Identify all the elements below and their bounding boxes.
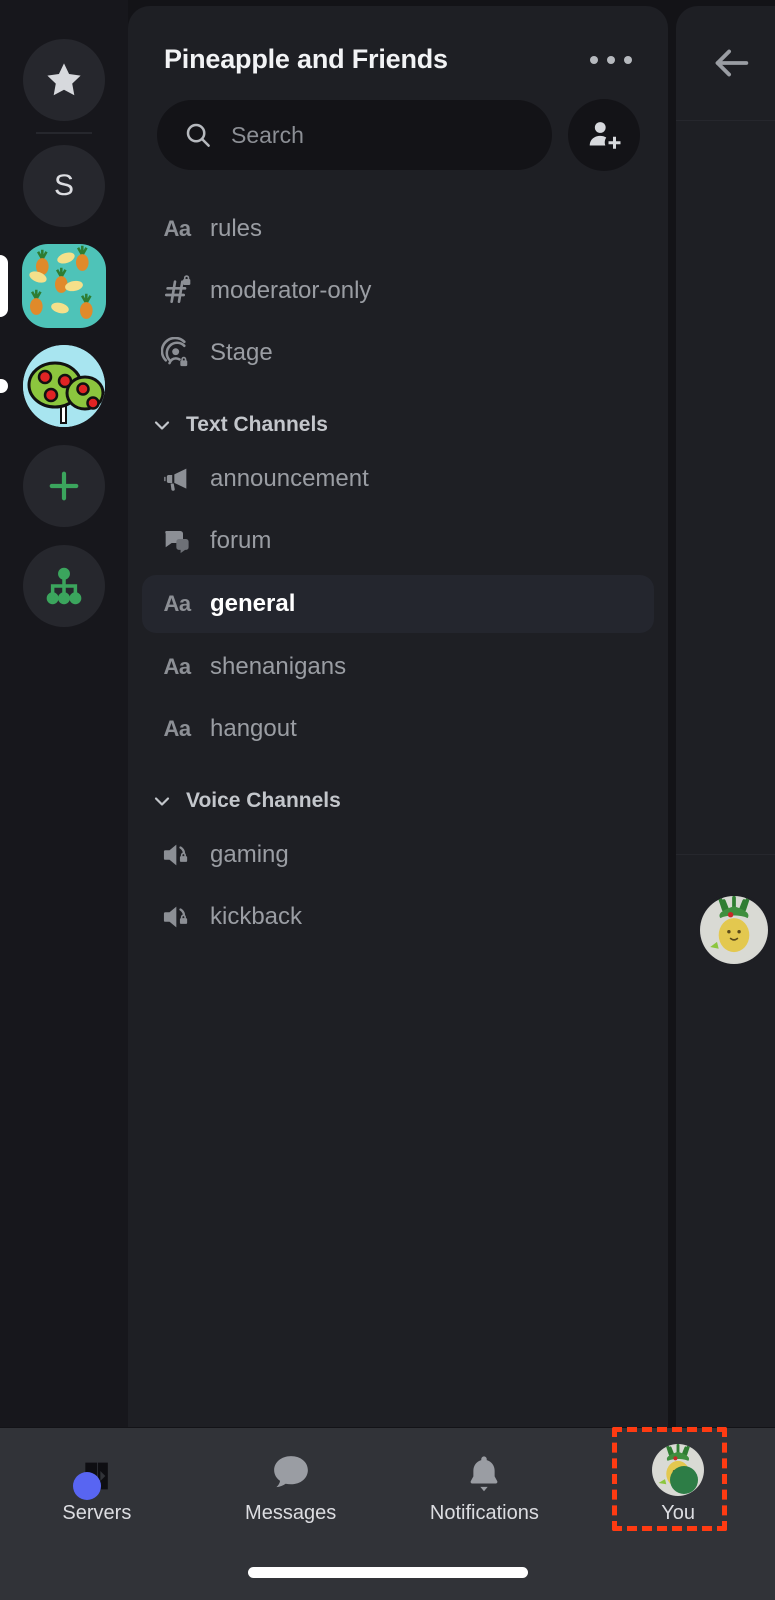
aa-icon: Aa xyxy=(160,591,194,617)
server-rail-item-apple-tree[interactable] xyxy=(0,336,128,436)
discord-mobile-screen: S Pineapple and Friends Search Aa rules … xyxy=(0,0,775,1600)
channel-item-general[interactable]: Aa general xyxy=(142,575,654,633)
user-avatar-icon xyxy=(652,1442,705,1496)
channel-label: announcement xyxy=(210,465,369,492)
nav-tab-notifications[interactable]: Notifications xyxy=(388,1428,582,1550)
servers-icon xyxy=(72,1442,117,1500)
bell-icon xyxy=(462,1442,506,1496)
server-rail-item-add-server[interactable] xyxy=(0,436,128,536)
bottom-navigation-bar: Servers Messages Notifications You xyxy=(0,1428,775,1600)
explore-circle xyxy=(23,545,105,627)
home-indicator xyxy=(247,1567,528,1578)
overflow-menu-icon[interactable] xyxy=(582,46,640,74)
search-input[interactable]: Search xyxy=(157,100,552,170)
aa-icon: Aa xyxy=(160,216,194,242)
nav-tab-you[interactable]: You xyxy=(581,1428,775,1550)
channel-label: kickback xyxy=(210,903,303,930)
channel-group-label: Voice Channels xyxy=(186,789,341,812)
peek-divider xyxy=(676,854,775,855)
add-member-button[interactable] xyxy=(568,99,640,171)
server-rail-item-pineapple[interactable] xyxy=(0,236,128,336)
nav-label: Notifications xyxy=(429,1502,539,1524)
unread-server-indicator xyxy=(0,379,8,393)
stage-lock-icon xyxy=(160,337,194,369)
add-member-icon xyxy=(586,117,622,153)
channel-item-kickback[interactable]: kickback xyxy=(142,889,654,945)
apple-tree-icon xyxy=(23,345,105,427)
channel-group-voice-channels[interactable]: Voice Channels xyxy=(128,763,668,821)
nav-label: Messages xyxy=(245,1502,337,1524)
server-rail-item-favorites[interactable] xyxy=(0,30,128,130)
server-name-title: Pineapple and Friends xyxy=(164,44,448,74)
channel-label: Stage xyxy=(210,339,273,366)
channel-item-hangout[interactable]: Aa hangout xyxy=(142,701,654,757)
aa-icon: Aa xyxy=(160,716,194,742)
online-status-indicator xyxy=(670,1466,699,1494)
channel-list: Aa rules moderator-only Stage Text Chann… xyxy=(128,171,668,945)
hash-lock-icon xyxy=(160,275,194,307)
speaker-lock-icon xyxy=(160,839,194,871)
chevron-down-icon xyxy=(150,789,174,813)
nav-tab-servers[interactable]: Servers xyxy=(0,1428,194,1550)
selected-server-indicator xyxy=(0,255,8,317)
channel-item-announcement[interactable]: announcement xyxy=(142,451,654,507)
channel-item-forum[interactable]: forum xyxy=(142,513,654,569)
channel-label: moderator-only xyxy=(210,277,372,304)
channel-label: rules xyxy=(210,215,263,242)
aa-icon-label: Aa xyxy=(163,716,191,741)
aa-icon-label: Aa xyxy=(163,591,191,616)
channel-item-gaming[interactable]: gaming xyxy=(142,827,654,883)
plus-icon xyxy=(43,465,85,507)
server-rail: S xyxy=(0,0,128,1427)
search-row: Search xyxy=(128,75,668,171)
channel-label: shenanigans xyxy=(210,653,347,680)
hierarchy-icon xyxy=(43,565,85,607)
peek-back-button[interactable] xyxy=(676,6,775,121)
nav-label: You xyxy=(661,1502,695,1524)
nav-tab-messages[interactable]: Messages xyxy=(194,1428,388,1550)
nav-items: Servers Messages Notifications You xyxy=(0,1428,775,1550)
server-rail-item-s[interactable]: S xyxy=(0,136,128,236)
back-arrow-icon xyxy=(708,40,754,86)
panel-header: Pineapple and Friends xyxy=(128,6,668,75)
channel-item-moderator-only[interactable]: moderator-only xyxy=(142,263,654,319)
channel-label: hangout xyxy=(210,715,297,742)
aa-icon: Aa xyxy=(160,654,194,680)
server-s-circle: S xyxy=(23,145,105,227)
star-icon xyxy=(43,59,85,101)
favorites-circle xyxy=(23,39,105,121)
speaker-lock-icon xyxy=(160,901,194,933)
peek-message-avatar[interactable] xyxy=(700,896,768,964)
channel-label: general xyxy=(210,590,296,617)
forum-icon xyxy=(160,525,194,557)
nav-label: Servers xyxy=(62,1502,132,1524)
rail-divider xyxy=(36,132,92,134)
pineapple-avatar-icon xyxy=(700,896,768,964)
server-rail-item-explore[interactable] xyxy=(0,536,128,636)
servers-unread-badge xyxy=(72,1472,101,1500)
channel-item-shenanigans[interactable]: Aa shenanigans xyxy=(142,639,654,695)
channel-group-text-channels[interactable]: Text Channels xyxy=(128,387,668,445)
aa-icon-label: Aa xyxy=(163,216,191,241)
server-initial-label: S xyxy=(53,169,74,202)
channel-item-stage[interactable]: Stage xyxy=(142,325,654,381)
channel-label: forum xyxy=(210,527,272,554)
channel-sidebar-panel: Pineapple and Friends Search Aa rules mo… xyxy=(128,6,668,1427)
aa-icon-label: Aa xyxy=(163,654,191,679)
chat-bubble-icon xyxy=(268,1442,314,1496)
channel-item-rules[interactable]: Aa rules xyxy=(142,201,654,257)
add-server-circle xyxy=(23,445,105,527)
channel-group-label: Text Channels xyxy=(186,413,328,436)
search-placeholder: Search xyxy=(231,121,304,148)
pineapple-pattern-icon xyxy=(22,244,106,328)
megaphone-icon xyxy=(160,463,194,495)
channel-label: gaming xyxy=(210,841,289,868)
search-icon xyxy=(183,120,213,150)
chevron-down-icon xyxy=(150,413,174,437)
right-peek-panel xyxy=(676,6,775,1427)
